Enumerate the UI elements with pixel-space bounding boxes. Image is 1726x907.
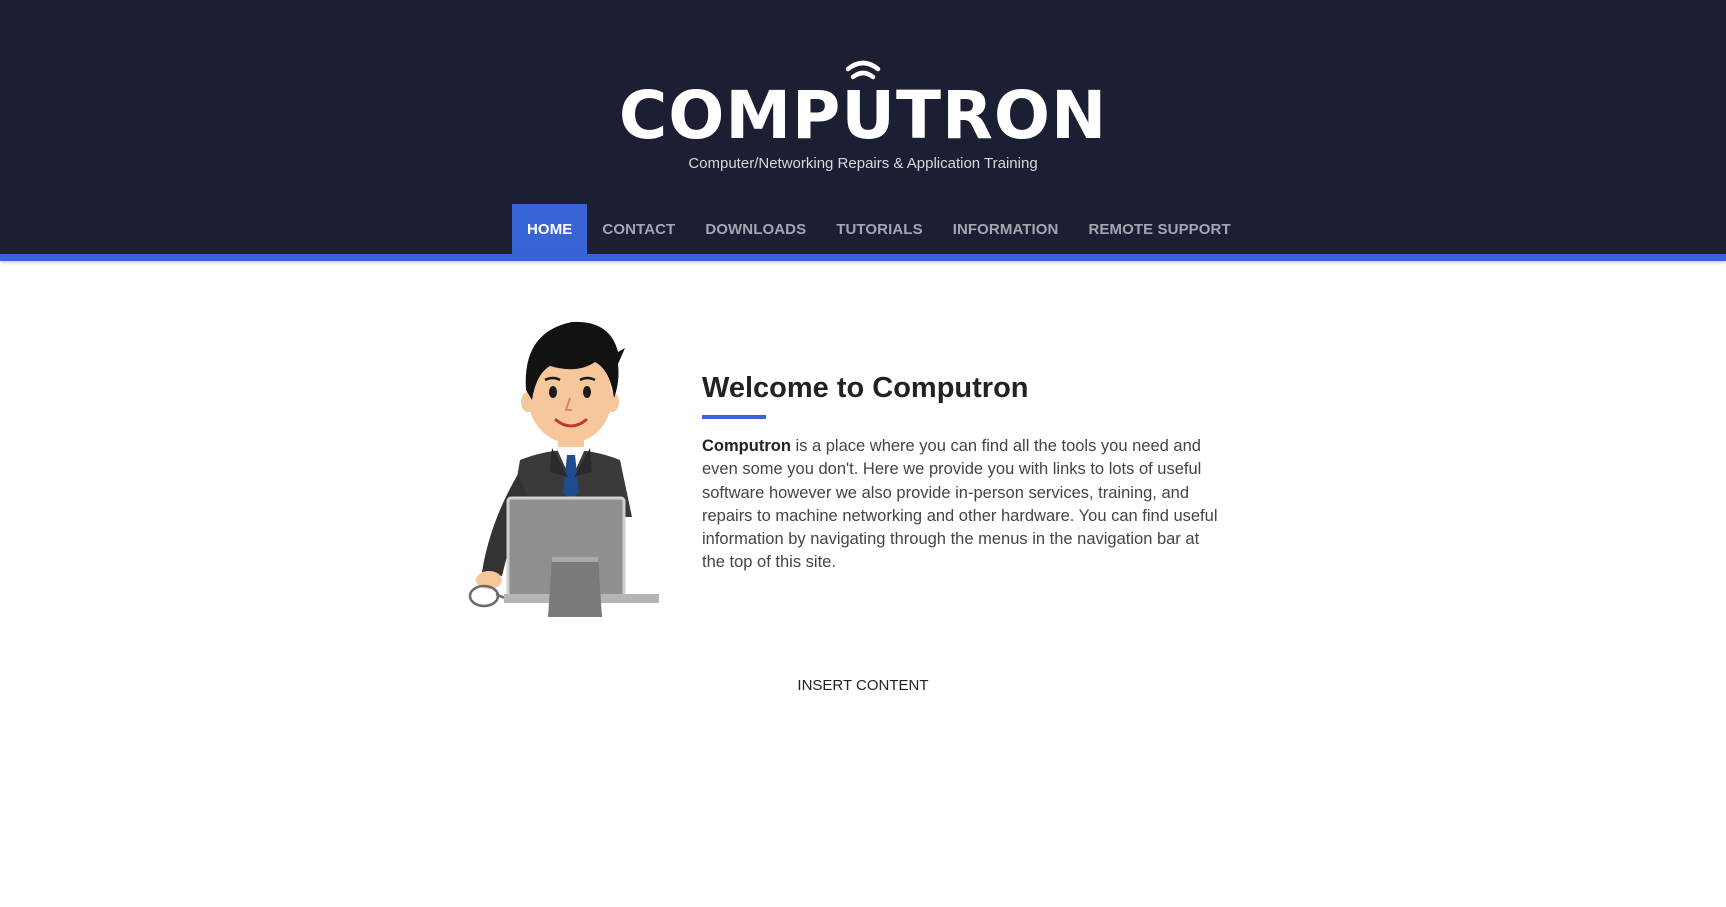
nav-information[interactable]: INFORMATION xyxy=(938,204,1074,254)
title-underline xyxy=(702,415,766,419)
computron-logo[interactable]: COMPUTRON xyxy=(620,52,1106,152)
nav-downloads[interactable]: DOWNLOADS xyxy=(690,204,821,254)
brand-wordmark: COMPUTRON xyxy=(620,77,1106,152)
main-nav: HOME CONTACT DOWNLOADS TUTORIALS INFORMA… xyxy=(512,204,1246,254)
intro-text: is a place where you can find all the to… xyxy=(702,437,1218,572)
tagline: Computer/Networking Repairs & Applicatio… xyxy=(688,155,1038,172)
intro-brand: Computron xyxy=(702,437,791,455)
page-title: Welcome to Computron xyxy=(702,372,1029,404)
site-header: COMPUTRON Computer/Networking Repairs & … xyxy=(0,0,1726,254)
insert-content-placeholder: INSERT CONTENT xyxy=(797,677,929,694)
nav-contact[interactable]: CONTACT xyxy=(587,204,690,254)
nav-home[interactable]: HOME xyxy=(512,204,588,254)
welcome-section: Welcome to Computron Computron is a plac… xyxy=(702,368,1222,575)
nav-tutorials[interactable]: TUTORIALS xyxy=(821,204,937,254)
header-accent-bar xyxy=(0,254,1726,261)
intro-paragraph: Computron is a place where you can find … xyxy=(702,435,1222,575)
businessman-at-computer-icon xyxy=(468,321,659,617)
nav-remote-support[interactable]: REMOTE SUPPORT xyxy=(1074,204,1246,254)
